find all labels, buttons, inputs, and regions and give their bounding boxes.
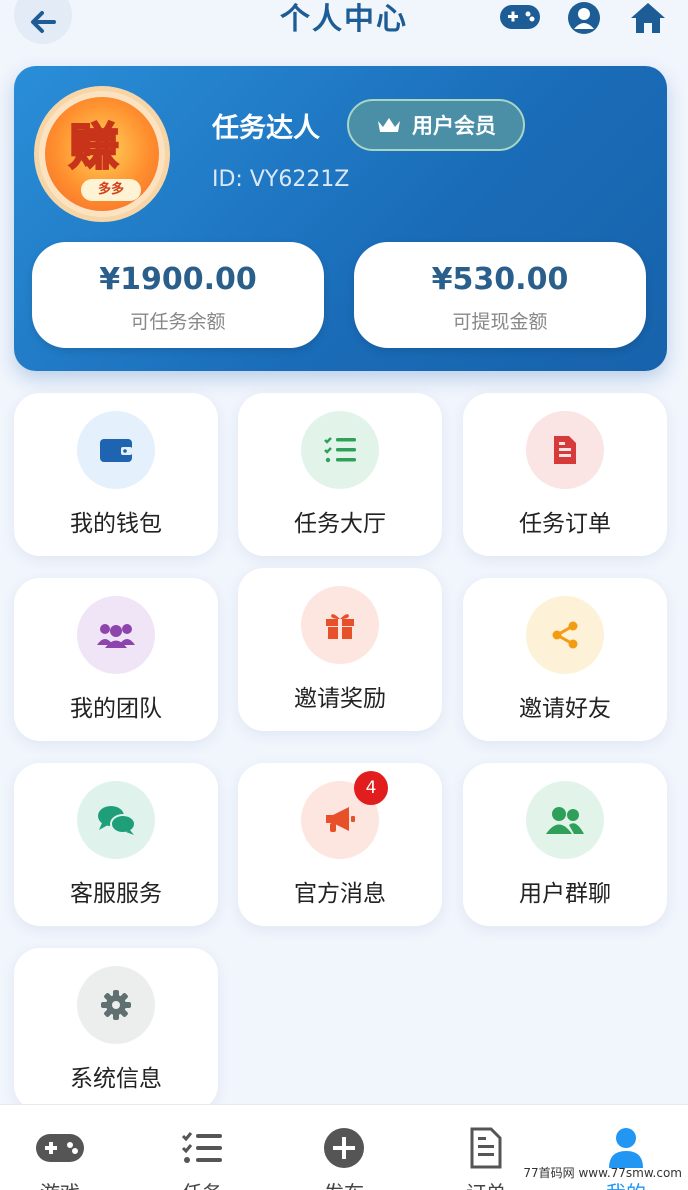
task-balance-card[interactable]: ¥1900.00 可任务余额 (32, 242, 324, 348)
watermark: 77首码网 www.77smw.com (523, 1166, 682, 1180)
notification-badge: 4 (354, 771, 388, 805)
gift-icon (326, 614, 354, 639)
tile-invite-rewards[interactable]: 邀请奖励 (238, 568, 442, 731)
wallet-icon (100, 439, 132, 462)
withdrawable-balance-card[interactable]: ¥530.00 可提现金额 (354, 242, 646, 348)
tile-icon-circle (77, 596, 155, 674)
nav-item-publish[interactable]: 发布 (284, 1105, 404, 1190)
home-icon (631, 3, 665, 33)
user-circle-icon (568, 2, 600, 34)
nav-item-games[interactable]: 游戏 (0, 1105, 120, 1190)
tile-invite-friends[interactable]: 邀请好友 (463, 578, 667, 741)
tile-official-messages[interactable]: 4 官方消息 (238, 763, 442, 926)
avatar-image: 赚 多多 (45, 97, 159, 211)
tile-label: 系统信息 (70, 1066, 162, 1092)
nav-icon-wrap (456, 1123, 516, 1173)
share-icon (552, 621, 578, 649)
file-icon (554, 436, 576, 464)
plus-circle-icon (324, 1128, 364, 1168)
user-icon (609, 1128, 643, 1168)
tile-icon-circle (77, 411, 155, 489)
gear-icon (101, 990, 131, 1020)
vip-label: 用户会员 (412, 114, 496, 138)
tile-task-orders[interactable]: 任务订单 (463, 393, 667, 556)
gamepad-header-button[interactable] (498, 2, 542, 32)
tile-label: 我的钱包 (70, 511, 162, 537)
tile-label: 我的团队 (70, 696, 162, 722)
withdrawable-label: 可提现金额 (452, 311, 548, 333)
withdrawable-amount: ¥530.00 (431, 262, 569, 297)
nav-icon-wrap (30, 1123, 90, 1173)
avatar[interactable]: 赚 多多 (34, 86, 170, 222)
tile-my-team[interactable]: 我的团队 (14, 578, 218, 741)
nav-label: 任务 (142, 1177, 262, 1190)
tile-my-wallet[interactable]: 我的钱包 (14, 393, 218, 556)
tile-icon-circle (77, 966, 155, 1044)
tile-icon-circle (526, 596, 604, 674)
home-header-button[interactable] (628, 0, 668, 36)
task-list-icon (181, 1132, 222, 1163)
tile-icon-circle (526, 781, 604, 859)
nav-item-tasks[interactable]: 任务 (142, 1105, 262, 1190)
nav-icon-wrap (172, 1123, 232, 1173)
vip-badge[interactable]: 用户会员 (347, 99, 525, 151)
nav-icon-wrap (314, 1123, 374, 1173)
tile-label: 任务大厅 (294, 511, 386, 537)
tile-system-info[interactable]: 系统信息 (14, 948, 218, 1111)
avatar-logo-tag: 多多 (81, 179, 141, 201)
tile-label: 邀请好友 (519, 696, 611, 722)
avatar-logo-text: 赚 (68, 118, 120, 176)
tile-user-group-chat[interactable]: 用户群聊 (463, 763, 667, 926)
tile-icon-circle (301, 586, 379, 664)
tile-customer-service[interactable]: 客服服务 (14, 763, 218, 926)
profile-card: 赚 多多 任务达人 用户会员 ID: VY6221Z ¥1900.00 可任务余… (14, 66, 667, 371)
task-balance-label: 可任务余额 (130, 311, 226, 333)
tile-label: 官方消息 (294, 881, 386, 907)
profile-header-button[interactable] (566, 0, 602, 36)
crown-icon (378, 118, 400, 132)
user-nickname: 任务达人 (212, 113, 320, 144)
task-balance-amount: ¥1900.00 (99, 262, 257, 297)
megaphone-icon (326, 807, 355, 832)
tile-icon-circle (77, 781, 155, 859)
top-header: 个人中心 (0, 0, 688, 50)
group-icon (546, 807, 584, 834)
tile-label: 用户群聊 (519, 881, 611, 907)
tile-label: 任务订单 (519, 511, 611, 537)
tile-task-hall[interactable]: 任务大厅 (238, 393, 442, 556)
tile-icon-circle (526, 411, 604, 489)
gamepad-icon (36, 1134, 84, 1162)
nav-label: 发布 (284, 1177, 404, 1190)
tile-icon-circle (301, 411, 379, 489)
tile-label: 邀请奖励 (294, 686, 386, 712)
gamepad-icon (500, 5, 540, 29)
task-list-icon (324, 437, 356, 463)
user-id: ID: VY6221Z (212, 167, 350, 192)
nav-label: 游戏 (0, 1177, 120, 1190)
users-icon (97, 624, 135, 648)
tile-label: 客服服务 (70, 881, 162, 907)
chat-icon (98, 806, 136, 835)
file-icon (470, 1127, 502, 1169)
